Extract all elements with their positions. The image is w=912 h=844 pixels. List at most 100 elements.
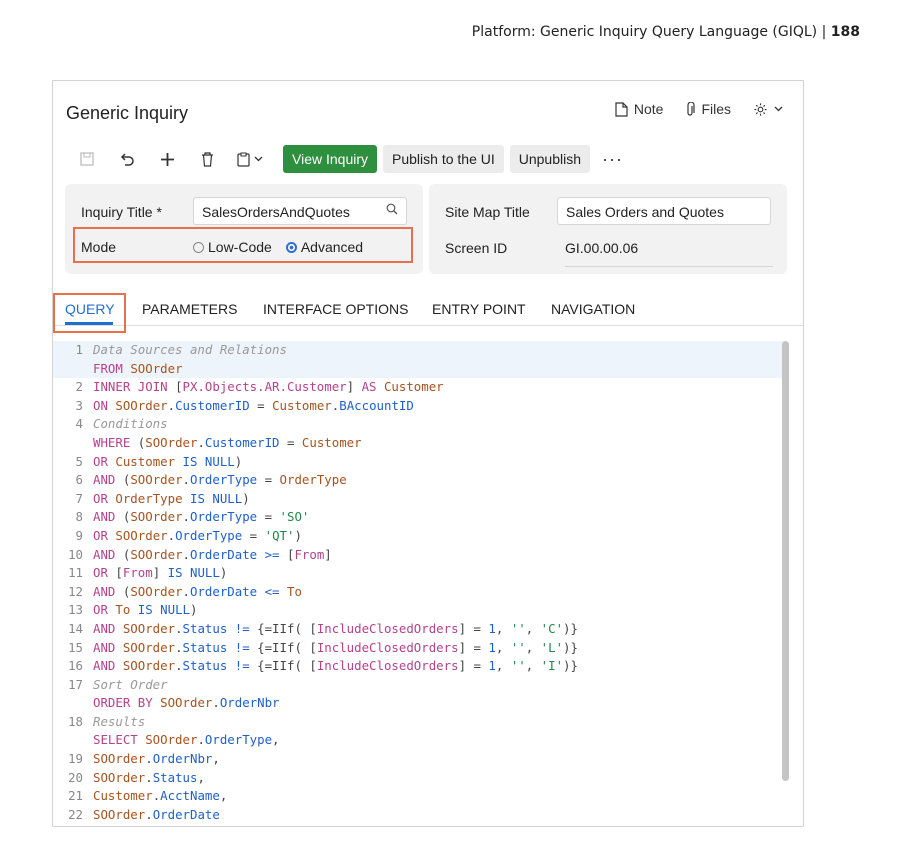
inquiry-title-value: SalesOrdersAndQuotes bbox=[202, 204, 350, 220]
line-number: 10 bbox=[68, 546, 83, 562]
mode-low-code-radio[interactable]: Low-Code bbox=[193, 239, 272, 255]
search-icon[interactable] bbox=[386, 203, 398, 218]
more-actions-button[interactable]: ··· bbox=[602, 149, 623, 170]
code-text: OR [From] IS NULL) bbox=[93, 564, 227, 583]
undo-icon[interactable] bbox=[113, 145, 141, 173]
code-token: {=IIf( [ bbox=[257, 639, 317, 655]
code-token: OR bbox=[93, 565, 116, 581]
code-text: SOOrder.OrderNbr, bbox=[93, 750, 220, 769]
inquiry-title-field[interactable]: SalesOrdersAndQuotes bbox=[193, 197, 407, 225]
save-icon[interactable] bbox=[73, 145, 101, 173]
note-label: Note bbox=[633, 101, 664, 117]
tab-query[interactable]: QUERY bbox=[65, 301, 115, 317]
code-token: . bbox=[145, 769, 153, 785]
inquiry-settings-panel: Inquiry Title * SalesOrdersAndQuotes Mod… bbox=[65, 184, 423, 274]
view-inquiry-button[interactable]: View Inquiry bbox=[283, 145, 378, 173]
code-text: AND SOOrder.Status != {=IIf( [IncludeClo… bbox=[93, 657, 578, 676]
code-text: FROM SOOrder bbox=[93, 360, 183, 379]
code-token: AND bbox=[93, 620, 123, 636]
tab-parameters[interactable]: PARAMETERS bbox=[142, 301, 237, 317]
code-text: WHERE (SOOrder.CustomerID = Customer bbox=[93, 434, 362, 453]
publish-to-ui-button[interactable]: Publish to the UI bbox=[383, 145, 504, 173]
code-line: 1 Data Sources and Relations bbox=[53, 341, 783, 360]
line-number: 19 bbox=[68, 751, 83, 767]
code-token: SOOrder bbox=[122, 658, 176, 674]
code-line: 11 OR [From] IS NULL) bbox=[53, 564, 783, 583]
tab-interface-options[interactable]: INTERFACE OPTIONS bbox=[263, 301, 408, 317]
code-token: . bbox=[197, 434, 205, 450]
code-token: [ bbox=[175, 379, 183, 395]
gear-icon bbox=[754, 102, 767, 116]
site-map-title-field[interactable]: Sales Orders and Quotes bbox=[557, 197, 771, 225]
code-token: Conditions bbox=[93, 416, 168, 432]
add-icon[interactable] bbox=[153, 145, 181, 173]
code-token: IncludeClosedOrders bbox=[316, 639, 459, 655]
code-token: Results bbox=[93, 713, 146, 729]
code-token: SELECT bbox=[93, 732, 146, 748]
query-editor[interactable]: 1 Data Sources and Relations FROM SOOrder 2… bbox=[53, 341, 803, 826]
code-token: OrderType bbox=[115, 490, 183, 506]
screen-id-label: Screen ID bbox=[445, 240, 508, 256]
code-token: = bbox=[249, 397, 273, 413]
code-token: Status bbox=[182, 639, 228, 655]
files-button[interactable]: Files bbox=[685, 101, 731, 117]
unpublish-button[interactable]: Unpublish bbox=[509, 145, 591, 173]
code-line: ORDER BY SOOrder.OrderNbr bbox=[53, 694, 783, 713]
code-token: ) bbox=[219, 565, 228, 581]
mode-radio-group: Low-Code Advanced bbox=[193, 239, 363, 255]
code-line: 16 AND SOOrder.Status != {=IIf( [IncludeC… bbox=[53, 657, 783, 676]
code-token: . bbox=[167, 397, 176, 413]
radio-on-icon bbox=[285, 241, 297, 253]
note-button[interactable]: Note bbox=[615, 101, 664, 117]
site-map-title-value: Sales Orders and Quotes bbox=[566, 204, 724, 220]
top-actions: Note Files bbox=[615, 101, 783, 117]
code-token: To bbox=[115, 602, 131, 618]
tab-entry-point[interactable]: ENTRY POINT bbox=[432, 301, 526, 317]
note-icon bbox=[615, 101, 628, 117]
code-token: OrderDate bbox=[152, 806, 220, 822]
code-token: 'SO' bbox=[279, 509, 310, 525]
code-token: ) bbox=[294, 527, 302, 543]
code-token: Status bbox=[152, 769, 198, 785]
mode-advanced-radio[interactable]: Advanced bbox=[285, 239, 363, 255]
code-line: 3 ON SOOrder.CustomerID = Customer.BAccou… bbox=[53, 397, 783, 416]
code-token: , bbox=[219, 788, 228, 804]
code-text: OR OrderType IS NULL) bbox=[93, 490, 250, 509]
code-token: )} bbox=[563, 620, 578, 636]
code-token: '' bbox=[510, 658, 526, 674]
code-token: AND bbox=[93, 509, 123, 525]
code-token: ] = bbox=[458, 658, 489, 674]
editor-scrollbar[interactable] bbox=[782, 341, 789, 781]
settings-menu-button[interactable] bbox=[753, 102, 783, 117]
site-map-title-label: Site Map Title bbox=[445, 204, 530, 220]
code-token: , bbox=[525, 658, 541, 674]
code-token: OrderType bbox=[279, 472, 347, 488]
code-token: . bbox=[182, 546, 190, 562]
code-token: ) bbox=[190, 602, 198, 618]
code-token: OrderType bbox=[190, 472, 258, 488]
code-token: SOOrder bbox=[93, 769, 146, 785]
code-token: . bbox=[145, 806, 153, 822]
code-token: '' bbox=[510, 620, 526, 636]
code-text: OR SOOrder.OrderType = 'QT') bbox=[93, 527, 302, 546]
code-token: , bbox=[525, 639, 541, 655]
code-token: SOOrder bbox=[130, 546, 183, 562]
clipboard-menu-icon[interactable] bbox=[233, 145, 267, 173]
delete-icon[interactable] bbox=[193, 145, 221, 173]
code-token: AND bbox=[93, 472, 123, 488]
line-number bbox=[53, 360, 93, 379]
code-token: != bbox=[227, 620, 258, 636]
code-token: IS NULL bbox=[130, 602, 190, 618]
code-line: 13 OR To IS NULL) bbox=[53, 601, 783, 620]
code-token: ORDER BY bbox=[93, 695, 161, 711]
generic-inquiry-window: Generic Inquiry Note Files View Inquiry … bbox=[52, 80, 804, 827]
site-map-panel: Site Map Title Sales Orders and Quotes S… bbox=[429, 184, 787, 274]
code-token: IncludeClosedOrders bbox=[316, 658, 459, 674]
code-token: IncludeClosedOrders bbox=[316, 620, 459, 636]
tab-navigation[interactable]: NAVIGATION bbox=[551, 301, 635, 317]
code-token: ] bbox=[324, 546, 332, 562]
code-area[interactable]: 1 Data Sources and Relations FROM SOOrder 2… bbox=[53, 341, 783, 826]
code-token: FROM bbox=[93, 360, 131, 376]
code-token: IS NULL bbox=[182, 490, 243, 506]
chevron-down-icon bbox=[774, 106, 783, 112]
